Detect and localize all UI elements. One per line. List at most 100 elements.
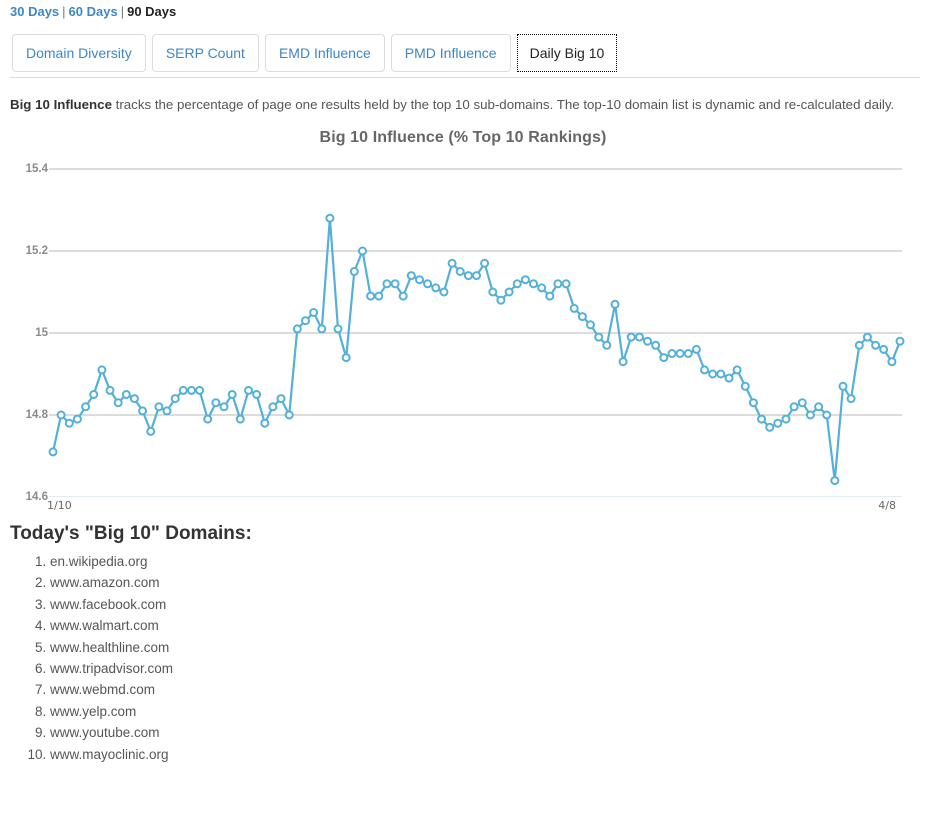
data-point[interactable] (146, 426, 156, 436)
data-point[interactable] (97, 365, 107, 375)
data-point[interactable] (56, 410, 66, 420)
data-point[interactable] (170, 394, 180, 404)
data-point[interactable] (48, 447, 58, 457)
data-point[interactable] (398, 291, 408, 301)
data-point[interactable] (822, 410, 832, 420)
data-point[interactable] (838, 381, 848, 391)
data-point[interactable] (227, 390, 237, 399)
data-point[interactable] (64, 418, 74, 428)
data-point[interactable] (447, 258, 457, 268)
data-point[interactable] (121, 390, 131, 399)
data-point[interactable] (244, 385, 253, 395)
data-point[interactable] (325, 213, 335, 223)
data-point[interactable] (333, 324, 343, 334)
data-point[interactable] (488, 287, 498, 297)
data-point[interactable] (252, 390, 262, 399)
data-point[interactable] (659, 353, 669, 363)
data-point[interactable] (797, 398, 807, 408)
data-point[interactable] (415, 275, 424, 285)
data-point[interactable] (81, 402, 91, 412)
data-point[interactable] (504, 287, 514, 297)
data-point[interactable] (781, 414, 791, 424)
data-point[interactable] (634, 332, 644, 342)
data-point[interactable] (626, 332, 636, 342)
range-link-90-days[interactable]: 90 Days (127, 4, 176, 19)
data-point[interactable] (805, 410, 815, 420)
data-point[interactable] (341, 353, 351, 363)
data-point[interactable] (683, 349, 693, 358)
data-point[interactable] (317, 324, 327, 334)
data-point[interactable] (292, 324, 302, 334)
data-point[interactable] (618, 357, 628, 367)
data-point[interactable] (260, 418, 270, 428)
data-point[interactable] (455, 267, 465, 276)
data-point[interactable] (830, 476, 840, 486)
tab-daily-big-10[interactable]: Daily Big 10 (516, 34, 618, 72)
data-point[interactable] (814, 402, 824, 412)
range-link-30-days[interactable]: 30 Days (10, 4, 59, 19)
data-point[interactable] (284, 410, 294, 420)
data-point[interactable] (569, 303, 579, 313)
data-point[interactable] (789, 402, 799, 412)
data-point[interactable] (406, 271, 416, 281)
data-point[interactable] (610, 299, 620, 309)
data-point[interactable] (667, 349, 677, 358)
data-point[interactable] (561, 279, 571, 289)
data-point[interactable] (520, 275, 530, 285)
data-point[interactable] (268, 402, 278, 412)
data-point[interactable] (871, 340, 881, 350)
data-point[interactable] (691, 344, 701, 354)
data-point[interactable] (374, 291, 384, 301)
data-point[interactable] (390, 279, 400, 289)
data-point[interactable] (862, 332, 872, 342)
data-point[interactable] (301, 316, 310, 326)
range-link-60-days[interactable]: 60 Days (69, 4, 118, 19)
data-point[interactable] (732, 365, 742, 375)
data-point[interactable] (178, 385, 188, 395)
data-point[interactable] (235, 414, 245, 424)
data-point[interactable] (211, 398, 221, 408)
data-point[interactable] (537, 283, 547, 293)
data-point[interactable] (675, 349, 685, 358)
data-point[interactable] (651, 340, 661, 350)
tab-domain-diversity[interactable]: Domain Diversity (12, 34, 146, 72)
data-point[interactable] (480, 258, 490, 268)
data-point[interactable] (748, 398, 758, 408)
data-point[interactable] (423, 279, 433, 289)
data-point[interactable] (553, 279, 563, 289)
data-point[interactable] (846, 394, 856, 404)
data-point[interactable] (187, 385, 196, 395)
data-point[interactable] (463, 271, 473, 281)
tab-emd-influence[interactable]: EMD Influence (264, 34, 385, 72)
data-point[interactable] (854, 340, 864, 350)
data-point[interactable] (129, 394, 139, 404)
data-point[interactable] (512, 279, 522, 289)
data-point[interactable] (472, 271, 481, 281)
data-point[interactable] (105, 385, 115, 395)
data-point[interactable] (757, 414, 766, 424)
data-point[interactable] (602, 340, 612, 350)
data-point[interactable] (113, 398, 123, 408)
data-point[interactable] (72, 414, 82, 424)
data-point[interactable] (431, 283, 441, 293)
data-point[interactable] (740, 381, 750, 391)
data-point[interactable] (138, 406, 148, 416)
data-point[interactable] (496, 295, 506, 305)
data-point[interactable] (545, 291, 555, 301)
data-point[interactable] (276, 394, 286, 404)
tab-serp-count[interactable]: SERP Count (151, 34, 259, 72)
data-point[interactable] (219, 402, 229, 412)
data-point[interactable] (577, 312, 587, 322)
data-point[interactable] (382, 279, 392, 289)
data-point[interactable] (203, 414, 213, 424)
data-point[interactable] (594, 332, 604, 342)
data-point[interactable] (724, 373, 734, 383)
data-point[interactable] (439, 287, 449, 297)
data-point[interactable] (716, 369, 726, 379)
data-point[interactable] (162, 406, 172, 416)
data-point[interactable] (895, 336, 905, 346)
data-point[interactable] (309, 308, 319, 317)
data-point[interactable] (773, 418, 783, 428)
data-point[interactable] (89, 390, 99, 399)
data-point[interactable] (700, 365, 709, 375)
